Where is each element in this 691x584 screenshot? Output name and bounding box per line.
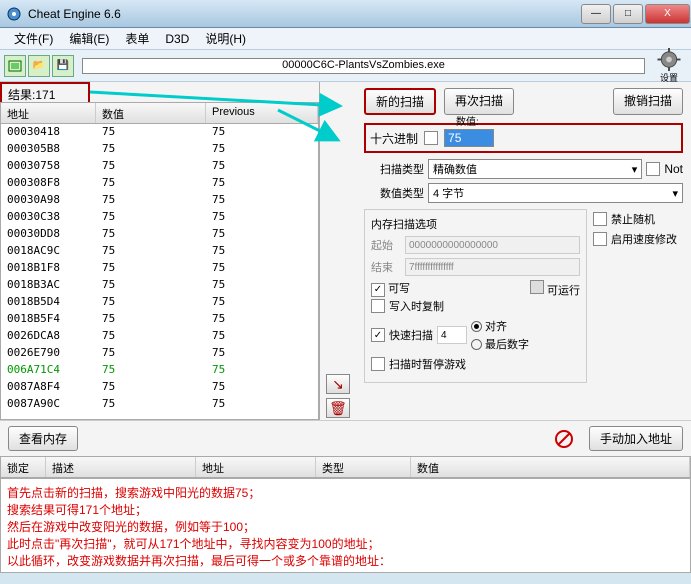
aligned-radio[interactable] — [471, 321, 482, 332]
runnable-checkbox[interactable] — [530, 280, 544, 294]
table-row[interactable]: 0026E7907575 — [1, 345, 318, 362]
results-header: 地址 数值 Previous — [0, 102, 319, 124]
col-value[interactable]: 数值 — [96, 103, 206, 123]
table-row[interactable]: 006A71C47575 — [1, 362, 318, 379]
menu-file[interactable]: 文件(F) — [6, 28, 61, 49]
hex-label: 十六进制 — [370, 130, 418, 147]
table-row[interactable]: 00030DD87575 — [1, 226, 318, 243]
open-process-button[interactable] — [4, 55, 26, 77]
maximize-button[interactable]: □ — [613, 4, 643, 24]
hex-checkbox[interactable] — [424, 131, 438, 145]
delete-button[interactable]: 🗑 — [326, 398, 350, 418]
app-icon — [6, 6, 22, 22]
process-name: 00000C6C-PlantsVsZombies.exe — [83, 59, 644, 71]
menu-table[interactable]: 表单 — [117, 28, 157, 49]
table-row[interactable]: 000305B87575 — [1, 141, 318, 158]
start-address-input[interactable] — [405, 236, 580, 254]
disable-random-checkbox[interactable] — [593, 212, 607, 226]
table-row[interactable]: 000307587575 — [1, 158, 318, 175]
next-scan-button[interactable]: 再次扫描 — [444, 88, 514, 115]
scan-value-input[interactable] — [444, 129, 494, 147]
mem-options-title: 内存扫描选项 — [371, 216, 580, 232]
last-digit-radio[interactable] — [471, 339, 482, 350]
table-row[interactable]: 0018B5F47575 — [1, 311, 318, 328]
scan-type-combo[interactable]: 精确数值▾ — [428, 159, 642, 179]
table-row[interactable]: 0026DCA87575 — [1, 328, 318, 345]
chevron-down-icon: ▾ — [632, 163, 638, 176]
results-list[interactable]: 000304187575000305B875750003075875750003… — [0, 124, 319, 420]
table-row[interactable]: 0018B3AC7575 — [1, 277, 318, 294]
writable-checkbox[interactable] — [371, 283, 385, 297]
menu-d3d[interactable]: D3D — [157, 30, 197, 48]
pause-on-scan-checkbox[interactable] — [371, 357, 385, 371]
table-row[interactable]: 00030A987575 — [1, 192, 318, 209]
table-row[interactable]: 00030C387575 — [1, 209, 318, 226]
address-list-header: 锁定 描述 地址 类型 数值 — [0, 456, 691, 478]
table-row[interactable]: 0087A8F47575 — [1, 379, 318, 396]
col-address[interactable]: 地址 — [1, 103, 96, 123]
tutorial-text: 首先点击新的扫描，搜索游戏中阳光的数据75； 搜索结果可得171个地址； 然后在… — [0, 478, 691, 573]
undo-scan-button[interactable]: 撤销扫描 — [613, 88, 683, 115]
fast-scan-value-input[interactable] — [437, 326, 467, 344]
copy-on-write-checkbox[interactable] — [371, 299, 385, 313]
fast-scan-checkbox[interactable] — [371, 328, 385, 342]
save-button[interactable]: 💾 — [52, 55, 74, 77]
table-row[interactable]: 000308F87575 — [1, 175, 318, 192]
stop-icon[interactable] — [553, 428, 575, 450]
close-button[interactable]: X — [645, 4, 690, 24]
minimize-button[interactable]: — — [581, 4, 611, 24]
menu-help[interactable]: 说明(H) — [197, 28, 254, 49]
window-title: Cheat Engine 6.6 — [28, 7, 580, 21]
results-count-label: 结果:171 — [0, 82, 90, 102]
col-previous[interactable]: Previous — [206, 103, 318, 123]
chevron-down-icon: ▾ — [672, 187, 678, 200]
new-scan-button[interactable]: 新的扫描 — [364, 88, 436, 115]
settings-button[interactable]: 设置 — [651, 48, 687, 84]
table-row[interactable]: 000304187575 — [1, 124, 318, 141]
table-row[interactable]: 0087A90C7575 — [1, 396, 318, 413]
add-to-list-button[interactable]: ↘ — [326, 374, 350, 394]
end-address-input[interactable] — [405, 258, 580, 276]
menu-edit[interactable]: 编辑(E) — [61, 28, 117, 49]
not-checkbox[interactable] — [646, 162, 660, 176]
value-type-combo[interactable]: 4 字节▾ — [428, 183, 683, 203]
table-row[interactable]: 0018AC9C7575 — [1, 243, 318, 260]
manual-add-button[interactable]: 手动加入地址 — [589, 426, 683, 451]
view-memory-button[interactable]: 查看内存 — [8, 426, 78, 451]
progress-bar: 00000C6C-PlantsVsZombies.exe — [82, 58, 645, 74]
enable-speed-checkbox[interactable] — [593, 232, 607, 246]
table-row[interactable]: 0018B1F87575 — [1, 260, 318, 277]
open-file-button[interactable]: 📂 — [28, 55, 50, 77]
table-row[interactable]: 0018B5D47575 — [1, 294, 318, 311]
